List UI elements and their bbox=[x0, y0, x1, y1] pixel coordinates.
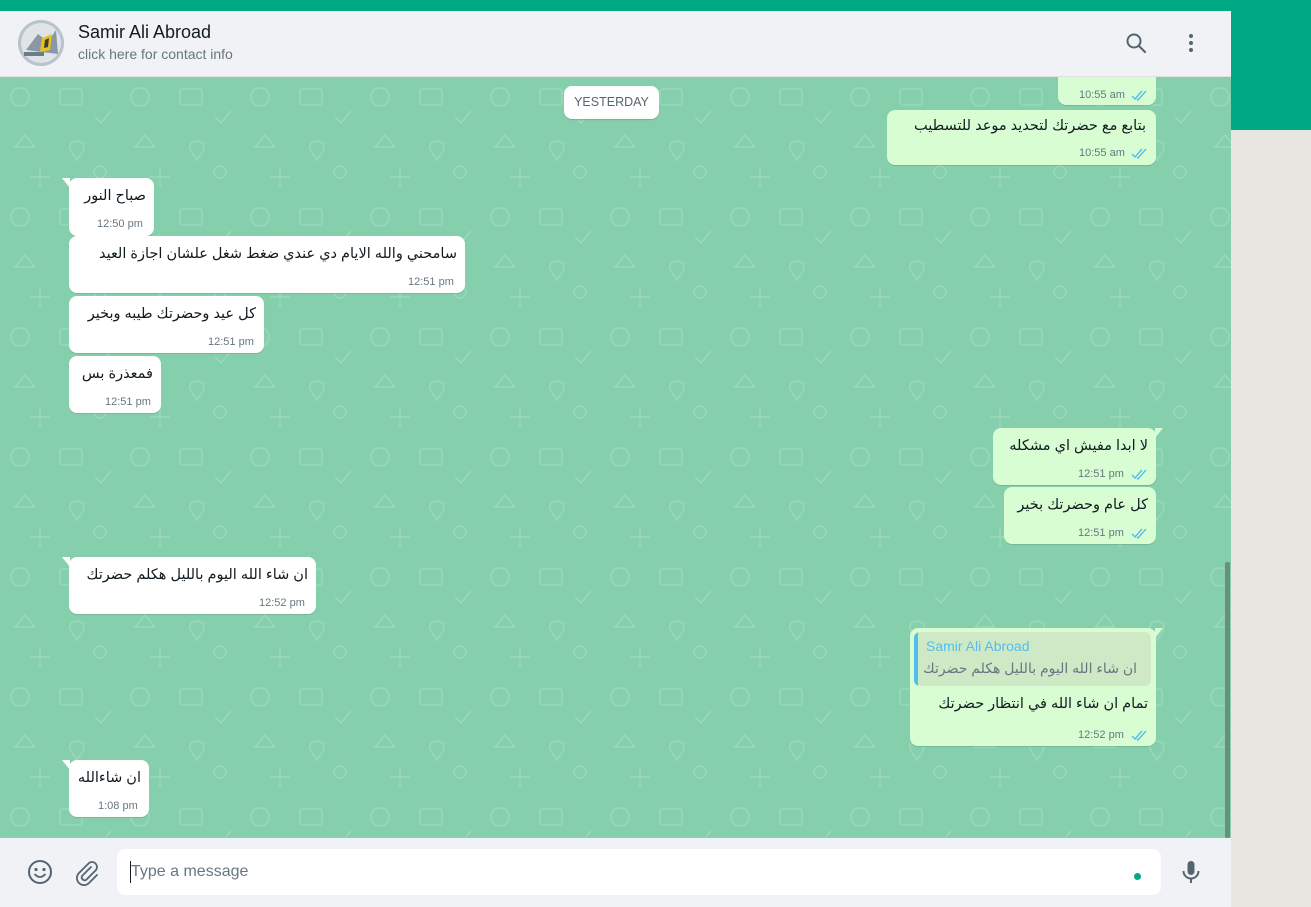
message-list[interactable]: YESTERDAY 10:55 am بتابع مع حضرتك لتحديد… bbox=[0, 77, 1231, 838]
message-text: بتابع مع حضرتك لتحديد موعد للتسطيب bbox=[914, 118, 1146, 134]
contact-avatar[interactable] bbox=[18, 20, 64, 66]
message-input[interactable] bbox=[117, 849, 1161, 895]
kebab-menu-icon[interactable] bbox=[1179, 31, 1203, 55]
quote-accent-bar bbox=[914, 632, 918, 686]
message-text: ان شاء الله اليوم بالليل هكلم حضرتك bbox=[86, 567, 308, 583]
message-incoming[interactable]: كل عيد وحضرتك طيبه وبخير 12:51 pm bbox=[69, 296, 264, 353]
read-ticks-icon bbox=[1131, 469, 1147, 480]
message-time: 1:08 pm bbox=[98, 800, 138, 812]
message-time: 10:55 am bbox=[1079, 89, 1125, 101]
message-time: 10:55 am bbox=[1079, 147, 1125, 159]
quoted-text: ان شاء الله اليوم بالليل هكلم حضرتك bbox=[923, 660, 1137, 676]
quoted-message[interactable]: Samir Ali Abroad ان شاء الله اليوم باللي… bbox=[914, 632, 1151, 686]
message-time: 12:50 pm bbox=[97, 218, 143, 230]
message-outgoing[interactable]: لا ابدا مفيش اي مشكله 12:51 pm bbox=[993, 428, 1163, 485]
quoted-sender: Samir Ali Abroad bbox=[926, 638, 1030, 654]
message-time: 12:52 pm bbox=[259, 597, 305, 609]
message-text: سامحني والله الايام دي عندي ضغط شغل علشا… bbox=[98, 246, 457, 262]
message-outgoing[interactable]: كل عام وحضرتك بخير 12:51 pm bbox=[1004, 487, 1156, 544]
chat-scrollbar[interactable] bbox=[1225, 562, 1230, 838]
message-incoming[interactable]: ان شاء الله اليوم بالليل هكلم حضرتك 12:5… bbox=[62, 557, 316, 614]
message-text: فمعذرة بس bbox=[81, 366, 153, 382]
message-incoming[interactable]: صباح النور 12:50 pm bbox=[62, 178, 154, 236]
compose-bar bbox=[0, 838, 1231, 907]
read-ticks-icon bbox=[1131, 730, 1147, 741]
contact-info-hint[interactable]: click here for contact info bbox=[78, 46, 233, 62]
message-incoming[interactable]: ان شاءالله 1:08 pm bbox=[62, 760, 149, 817]
chat-window: Samir Ali Abroad click here for contact … bbox=[0, 11, 1231, 907]
window-background bbox=[1231, 130, 1311, 907]
input-status-dot bbox=[1134, 873, 1141, 880]
message-time: 12:51 pm bbox=[208, 336, 254, 348]
message-time: 12:51 pm bbox=[1078, 527, 1124, 539]
read-ticks-icon bbox=[1131, 90, 1147, 101]
message-text: ان شاءالله bbox=[77, 770, 141, 786]
microphone-icon[interactable] bbox=[1177, 858, 1205, 886]
message-incoming[interactable]: فمعذرة بس 12:51 pm bbox=[69, 356, 161, 413]
message-time: 12:51 pm bbox=[105, 396, 151, 408]
date-separator: YESTERDAY bbox=[564, 86, 659, 119]
read-ticks-icon bbox=[1131, 148, 1147, 159]
read-ticks-icon bbox=[1131, 528, 1147, 539]
paperclip-icon[interactable] bbox=[72, 858, 100, 886]
message-time: 12:51 pm bbox=[1078, 468, 1124, 480]
message-text: كل عام وحضرتك بخير bbox=[1017, 497, 1148, 513]
message-text: صباح النور bbox=[84, 188, 146, 204]
message-outgoing[interactable]: 10:55 am bbox=[1058, 77, 1156, 105]
contact-name[interactable]: Samir Ali Abroad bbox=[78, 22, 211, 43]
emoji-icon[interactable] bbox=[26, 858, 54, 886]
message-text: تمام ان شاء الله في انتظار حضرتك bbox=[938, 696, 1148, 712]
search-icon[interactable] bbox=[1124, 31, 1148, 55]
message-text: كل عيد وحضرتك طيبه وبخير bbox=[87, 306, 256, 322]
message-time: 12:52 pm bbox=[1078, 729, 1124, 741]
message-outgoing[interactable]: بتابع مع حضرتك لتحديد موعد للتسطيب 10:55… bbox=[887, 110, 1156, 165]
message-incoming[interactable]: سامحني والله الايام دي عندي ضغط شغل علشا… bbox=[69, 236, 465, 293]
message-outgoing-reply[interactable]: Samir Ali Abroad ان شاء الله اليوم باللي… bbox=[910, 628, 1163, 746]
chat-header[interactable]: Samir Ali Abroad click here for contact … bbox=[0, 11, 1231, 77]
text-caret bbox=[130, 861, 131, 883]
message-text: لا ابدا مفيش اي مشكله bbox=[1009, 438, 1148, 454]
message-time: 12:51 pm bbox=[408, 276, 454, 288]
